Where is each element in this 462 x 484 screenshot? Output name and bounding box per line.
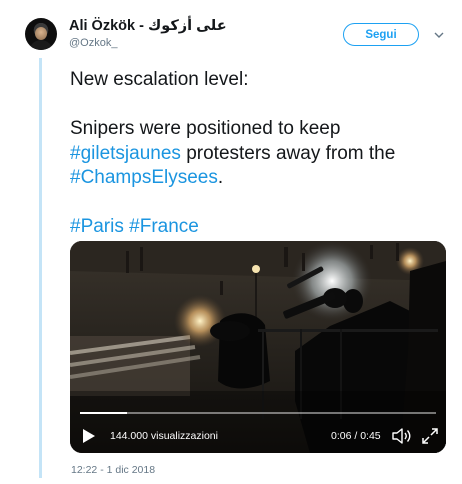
fullscreen-icon[interactable] [421,427,439,445]
video-player[interactable]: 144.000 visualizzazioni 0:06 / 0:45 [70,241,446,453]
view-count: 144.000 visualizzazioni [110,430,218,442]
video-time: 0:06 / 0:45 [331,430,381,442]
tweet-timestamp[interactable]: 12:22 - 1 dic 2018 [71,464,155,476]
tweet-line-1: New escalation level: [70,69,249,90]
hashtag-giletsjaunes[interactable]: #giletsjaunes [70,143,181,164]
progress-bar[interactable] [80,412,436,414]
tweet-line-5: #Paris #France [70,215,450,240]
tweet-line-3: #giletsjaunes protesters away from the [70,142,396,164]
chevron-down-icon[interactable] [434,30,444,40]
volume-icon[interactable] [392,427,412,445]
progress-fill [80,412,128,414]
user-name[interactable]: Ali Özkök - علی أزكوك [69,18,227,34]
tweet-text: New escalation level: Snipers were posit… [70,68,450,240]
play-icon[interactable] [82,428,96,444]
hashtag-france[interactable]: #France [129,216,199,237]
avatar[interactable] [25,18,57,50]
hashtag-champselysees[interactable]: #ChampsElysees [70,167,218,188]
user-handle[interactable]: @Ozkok_ [69,37,117,49]
tweet-line-2: Snipers were positioned to keep [70,118,341,139]
video-controls: 144.000 visualizzazioni 0:06 / 0:45 [70,419,446,453]
thread-line [39,58,42,478]
tweet-line-4: #ChampsElysees. [70,167,224,188]
follow-button[interactable]: Segui [343,23,419,46]
hashtag-paris[interactable]: #Paris [70,216,124,237]
